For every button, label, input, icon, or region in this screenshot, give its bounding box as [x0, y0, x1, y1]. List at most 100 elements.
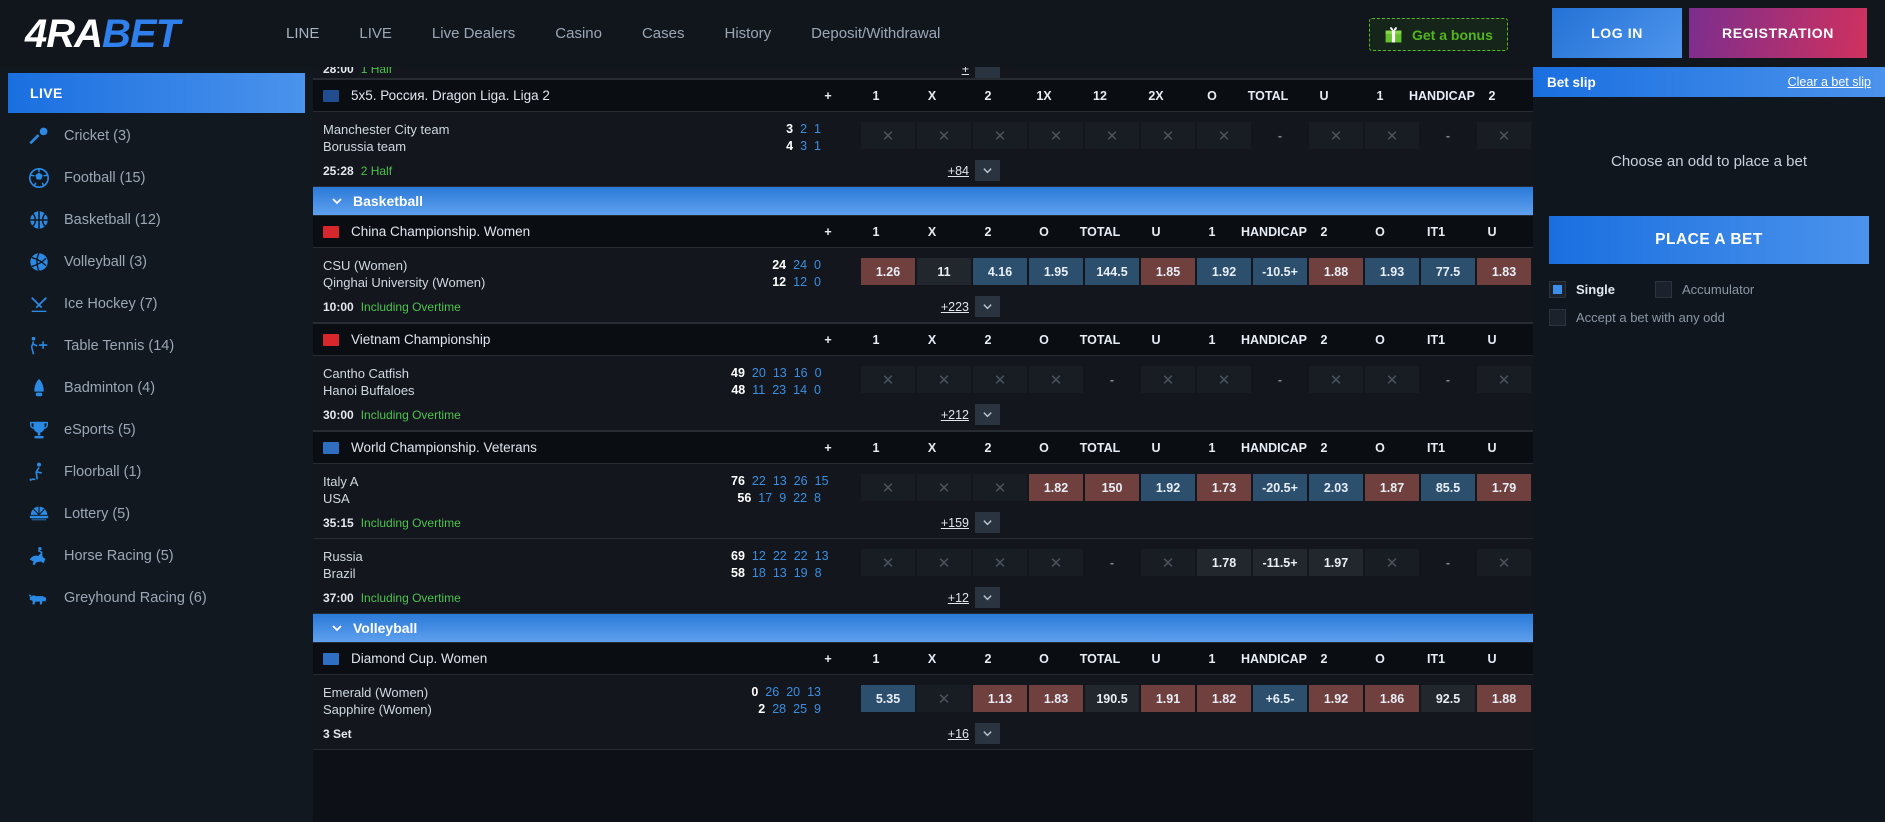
odd-cell[interactable]: 1.85 — [1141, 258, 1195, 285]
odd-cell[interactable]: -20.5+ — [1253, 474, 1307, 501]
odd-cell[interactable]: 1.79 — [1477, 474, 1531, 501]
odd-cell[interactable]: +6.5- — [1253, 685, 1307, 712]
registration-button[interactable]: REGISTRATION — [1689, 8, 1867, 58]
sport-section-volleyball[interactable]: Volleyball — [313, 614, 1533, 642]
more-markets-link[interactable]: +223 — [933, 300, 969, 314]
more-markets-link[interactable]: +12 — [933, 591, 969, 605]
odd-cell[interactable]: 190.5 — [1085, 685, 1139, 712]
sidebar-item-lottery[interactable]: Lottery (5) — [0, 493, 313, 535]
odd-cell[interactable]: 1.97 — [1309, 549, 1363, 576]
clear-bet-slip-link[interactable]: Clear a bet slip — [1788, 75, 1871, 89]
match-footer: 30:00Including Overtime+212 — [313, 399, 1533, 431]
nav-item-line[interactable]: LINE — [286, 25, 319, 42]
expand-chevron-icon[interactable] — [975, 160, 1000, 181]
odd-cell: - — [1253, 122, 1307, 149]
nav-item-live[interactable]: LIVE — [359, 25, 392, 42]
nav-item-cases[interactable]: Cases — [642, 25, 685, 42]
odd-cell[interactable]: 144.5 — [1085, 258, 1139, 285]
odd-cell[interactable]: 85.5 — [1421, 474, 1475, 501]
odd-cell[interactable]: 1.88 — [1309, 258, 1363, 285]
odd-cell[interactable]: 1.87 — [1365, 474, 1419, 501]
odd-cell[interactable]: 1.92 — [1197, 258, 1251, 285]
sidebar-item-volleyball[interactable]: Volleyball (3) — [0, 241, 313, 283]
odd-cell[interactable]: -10.5+ — [1253, 258, 1307, 285]
nav-item-casino[interactable]: Casino — [555, 25, 602, 42]
sidebar-item-esports[interactable]: eSports (5) — [0, 409, 313, 451]
odd-cell[interactable]: 1.86 — [1365, 685, 1419, 712]
odd-cell[interactable]: 1.78 — [1197, 549, 1251, 576]
more-markets-link[interactable]: +212 — [933, 408, 969, 422]
sidebar-item-label: Volleyball (3) — [64, 254, 147, 270]
league-title: China Championship. Women — [351, 224, 530, 239]
site-logo[interactable]: 4RABET — [25, 14, 240, 54]
odd-cell[interactable]: 1.95 — [1029, 258, 1083, 285]
single-checkbox[interactable] — [1549, 281, 1566, 298]
sidebar-item-label: Badminton (4) — [64, 380, 155, 396]
market-header-cells: +1X2OTOTALU1HANDICAP2OIT1U — [809, 333, 1521, 347]
odd-cell[interactable]: 77.5 — [1421, 258, 1475, 285]
nav-item-deposit-withdrawal[interactable]: Deposit/Withdrawal — [811, 25, 940, 42]
expand-chevron-icon[interactable] — [975, 723, 1000, 744]
odd-cell[interactable]: 1.92 — [1309, 685, 1363, 712]
more-markets-link[interactable]: +84 — [933, 164, 969, 178]
match-row: RussiaBrazil6912222213581813198✕✕✕✕-✕1.7… — [313, 539, 1533, 582]
expand-chevron-icon[interactable] — [975, 404, 1000, 425]
sidebar-item-floorball[interactable]: Floorball (1) — [0, 451, 313, 493]
match-time: 35:15 — [313, 516, 354, 530]
odd-cell[interactable]: 1.82 — [1197, 685, 1251, 712]
odd-cell[interactable]: 11 — [917, 258, 971, 285]
sport-section-basketball[interactable]: Basketball — [313, 187, 1533, 215]
odd-cell[interactable]: 1.83 — [1477, 258, 1531, 285]
sidebar-item-table-tennis[interactable]: Table Tennis (14) — [0, 325, 313, 367]
get-a-bonus-button[interactable]: Get a bonus — [1369, 18, 1508, 51]
nav-item-history[interactable]: History — [725, 25, 772, 42]
odd-cell[interactable]: 150 — [1085, 474, 1139, 501]
sidebar-item-football[interactable]: Football (15) — [0, 157, 313, 199]
league-header-row[interactable]: Vietnam Championship+1X2OTOTALU1HANDICAP… — [313, 323, 1533, 356]
accumulator-checkbox[interactable] — [1655, 281, 1672, 298]
league-name: 5x5. Россия. Dragon Liga. Liga 2 — [313, 88, 809, 103]
nav-item-live-dealers[interactable]: Live Dealers — [432, 25, 515, 42]
sidebar-item-basketball[interactable]: Basketball (12) — [0, 199, 313, 241]
sidebar-item-greyhound-racing[interactable]: Greyhound Racing (6) — [0, 577, 313, 619]
sidebar-item-badminton[interactable]: Badminton (4) — [0, 367, 313, 409]
odd-cell[interactable]: 1.82 — [1029, 474, 1083, 501]
league-header-row[interactable]: World Championship. Veterans+1X2OTOTALU1… — [313, 431, 1533, 464]
odd-cell[interactable]: 1.93 — [1365, 258, 1419, 285]
odd-cell[interactable]: 92.5 — [1421, 685, 1475, 712]
odd-cell[interactable]: 1.91 — [1141, 685, 1195, 712]
odd-cell[interactable]: 1.73 — [1197, 474, 1251, 501]
market-header: 2 — [961, 652, 1015, 666]
odd-cell[interactable]: 2.03 — [1309, 474, 1363, 501]
league-header-row[interactable]: 5x5. Россия. Dragon Liga. Liga 2+1X21X12… — [313, 79, 1533, 112]
odd-cell[interactable]: -11.5+ — [1253, 549, 1307, 576]
odd-cell[interactable]: 1.13 — [973, 685, 1027, 712]
market-header-cells: +1X2OTOTALU1HANDICAP2OIT1U — [809, 652, 1521, 666]
odd-cell[interactable]: 1.26 — [861, 258, 915, 285]
more-markets-link[interactable]: +159 — [933, 516, 969, 530]
league-header-row[interactable]: Diamond Cup. Women+1X2OTOTALU1HANDICAP2O… — [313, 642, 1533, 675]
match-stage: Including Overtime — [361, 408, 461, 422]
odd-cell[interactable]: 1.92 — [1141, 474, 1195, 501]
sidebar-item-horse-racing[interactable]: Horse Racing (5) — [0, 535, 313, 577]
odd-cell[interactable]: 1.88 — [1477, 685, 1531, 712]
expand-chevron-icon[interactable] — [975, 512, 1000, 533]
odd-cell[interactable]: 5.35 — [861, 685, 915, 712]
more-markets-link[interactable]: +16 — [933, 727, 969, 741]
sidebar-item-cricket[interactable]: Cricket (3) — [0, 115, 313, 157]
market-header: IT1 — [1409, 333, 1463, 347]
odd-cell[interactable]: 4.16 — [973, 258, 1027, 285]
league-header-row[interactable]: China Championship. Women+1X2OTOTALU1HAN… — [313, 215, 1533, 248]
expand-chevron-icon[interactable] — [975, 296, 1000, 317]
market-header: + — [809, 89, 847, 103]
sidebar-item-ice-hockey[interactable]: Ice Hockey (7) — [0, 283, 313, 325]
odd-cell[interactable]: 1.83 — [1029, 685, 1083, 712]
login-button[interactable]: LOG IN — [1552, 8, 1682, 58]
place-a-bet-button[interactable]: PLACE A BET — [1549, 216, 1869, 264]
any-odd-checkbox[interactable] — [1549, 309, 1566, 326]
odd-cell: ✕ — [1029, 549, 1083, 576]
market-header: U — [1129, 652, 1183, 666]
market-header: HANDICAP — [1241, 225, 1295, 239]
sidebar-live-header[interactable]: LIVE — [8, 73, 305, 113]
expand-chevron-icon[interactable] — [975, 587, 1000, 608]
